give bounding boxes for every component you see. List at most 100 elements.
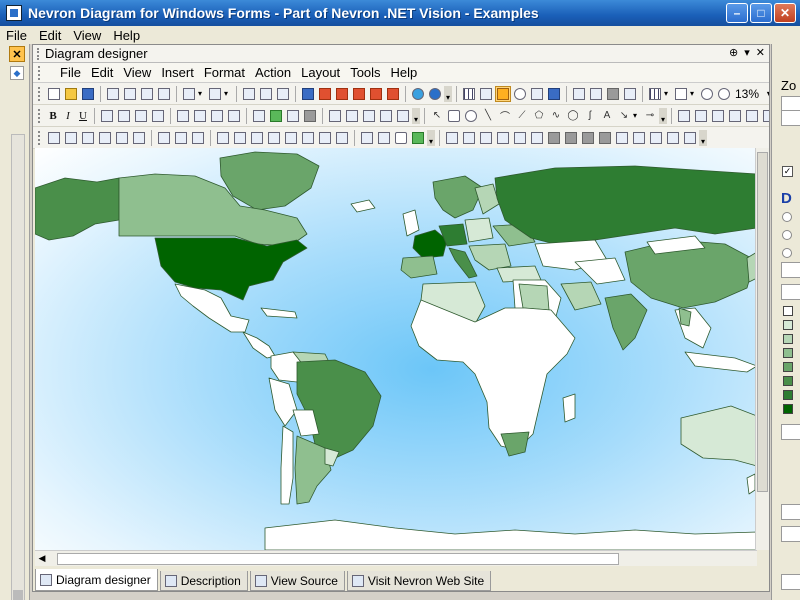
maximize-button[interactable]: □ (750, 3, 772, 23)
new-document-icon[interactable] (46, 86, 62, 102)
polyline-tool-icon[interactable]: ⟋ (514, 108, 530, 124)
h-dec-icon[interactable] (249, 130, 265, 146)
fit-icon[interactable] (605, 86, 621, 102)
align-left-icon[interactable] (99, 108, 115, 124)
ruler-icon[interactable] (478, 86, 494, 102)
panel-close-icon[interactable]: ✕ (756, 46, 765, 59)
same-width-icon[interactable] (156, 130, 172, 146)
center-v-icon[interactable] (376, 130, 392, 146)
country-iran[interactable] (560, 281, 602, 311)
curve-tool-icon[interactable]: ∿ (548, 108, 564, 124)
bring-front-icon[interactable] (395, 108, 411, 124)
text-tool-icon[interactable]: A (599, 108, 615, 124)
zoom-dropdown-icon[interactable]: ▼ (765, 89, 769, 99)
designer-menu-format[interactable]: Format (199, 65, 250, 80)
freehand-tool-icon[interactable]: ʃ (582, 108, 598, 124)
swf-export-icon[interactable] (368, 86, 384, 102)
same-size-icon[interactable] (190, 130, 206, 146)
help-icon[interactable] (427, 86, 443, 102)
country-south-africa[interactable] (500, 431, 530, 457)
country-antarctica[interactable] (264, 519, 757, 550)
property-field[interactable] (781, 262, 800, 278)
zoom-combo[interactable]: 13% ▼ (733, 87, 769, 101)
pin-icon[interactable]: ⊕ (729, 46, 738, 59)
property-field[interactable] (781, 110, 800, 126)
country-nz[interactable] (746, 473, 756, 495)
bounds-icon[interactable] (393, 130, 409, 146)
country-finland[interactable] (474, 183, 500, 215)
country-scandinavia[interactable] (432, 175, 484, 219)
canvas-horizontal-scrollbar[interactable]: ◀ (35, 550, 757, 566)
save-icon[interactable] (80, 86, 96, 102)
shadow-icon[interactable] (302, 108, 318, 124)
country-spain[interactable] (400, 255, 438, 279)
view-icon[interactable] (588, 86, 604, 102)
rotate-icon[interactable] (631, 130, 647, 146)
justify-icon[interactable] (150, 108, 166, 124)
v-remove-icon[interactable] (334, 130, 350, 146)
center-h-icon[interactable] (359, 130, 375, 146)
country-balkans[interactable] (468, 243, 512, 271)
align-center-icon[interactable] (116, 108, 132, 124)
connector-tool-icon[interactable]: ↘ (616, 108, 632, 124)
export-icon[interactable] (275, 86, 291, 102)
undo-dropdown-icon[interactable]: ▾ (198, 89, 206, 98)
order-back-icon[interactable] (563, 130, 579, 146)
layout-icon[interactable] (410, 130, 426, 146)
redo-icon[interactable] (207, 86, 223, 102)
country-indonesia[interactable] (684, 351, 757, 373)
page-icon[interactable] (673, 86, 689, 102)
menu-help[interactable]: Help (107, 28, 146, 43)
toolbar-overflow-icon[interactable]: ▾ (427, 129, 435, 146)
country-russia[interactable] (494, 165, 757, 245)
h-spacing-icon[interactable] (215, 130, 231, 146)
print-preview-icon[interactable] (258, 86, 274, 102)
align-right-icon[interactable] (133, 108, 149, 124)
property-radio[interactable] (782, 248, 792, 258)
polygon-tool-icon[interactable]: ⬠ (531, 108, 547, 124)
undo-icon[interactable] (181, 86, 197, 102)
web-icon[interactable] (410, 86, 426, 102)
lock-icon[interactable] (710, 108, 726, 124)
panel-dropdown-icon[interactable]: ▾ (744, 46, 750, 59)
line-tool-icon[interactable]: ╲ (480, 108, 496, 124)
vml-export-icon[interactable] (351, 86, 367, 102)
country-africa[interactable] (410, 299, 576, 451)
delete-icon[interactable] (156, 86, 172, 102)
country-central-am[interactable] (242, 331, 276, 359)
grid-icon[interactable] (461, 86, 477, 102)
tab-view-source[interactable]: View Source (249, 571, 345, 591)
xaml-export-icon[interactable] (385, 86, 401, 102)
order-front-icon[interactable] (546, 130, 562, 146)
close-button[interactable]: ✕ (774, 3, 796, 23)
property-field[interactable] (781, 526, 800, 542)
property-checkbox[interactable]: ✓ (782, 166, 793, 177)
pan-icon[interactable] (571, 86, 587, 102)
canvas-vscroll-thumb[interactable] (757, 152, 768, 492)
arc-tool-icon[interactable]: ⌒ (497, 108, 513, 124)
designer-menu-help[interactable]: Help (386, 65, 423, 80)
ports-icon[interactable] (512, 86, 528, 102)
strip-close-button[interactable]: ✕ (9, 46, 25, 62)
property-field[interactable] (781, 574, 800, 590)
designer-menu-layout[interactable]: Layout (296, 65, 345, 80)
ellipse-tool-icon[interactable] (463, 108, 479, 124)
open-folder-icon[interactable] (63, 86, 79, 102)
canvas-hscroll-thumb[interactable] (57, 552, 619, 565)
h-inc-icon[interactable] (232, 130, 248, 146)
country-usa[interactable] (154, 237, 308, 301)
magnifier-icon[interactable] (622, 86, 638, 102)
order-forward-icon[interactable] (580, 130, 596, 146)
diagram-canvas[interactable] (35, 148, 757, 550)
distribute-h-icon[interactable] (512, 130, 528, 146)
ungroup-icon[interactable] (693, 108, 709, 124)
designer-menu-insert[interactable]: Insert (156, 65, 199, 80)
nudge-up-icon[interactable] (478, 130, 494, 146)
country-poland[interactable] (464, 217, 494, 243)
designer-menu-edit[interactable]: Edit (86, 65, 118, 80)
rotate-right-icon[interactable] (378, 108, 394, 124)
table-icon[interactable] (647, 86, 663, 102)
port-tool-icon[interactable]: ⊸ (642, 108, 658, 124)
country-india[interactable] (604, 293, 648, 351)
pdf-export-icon[interactable] (317, 86, 333, 102)
